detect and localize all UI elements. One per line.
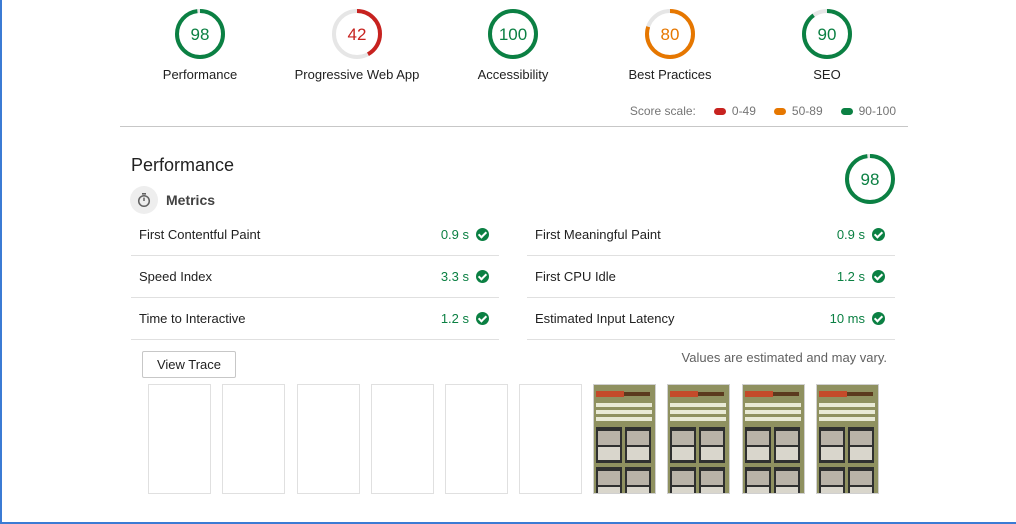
metric-label: First Meaningful Paint xyxy=(535,227,661,242)
filmstrip-frame xyxy=(297,384,360,494)
metric-value: 3.3 s xyxy=(440,269,469,284)
gauge-score: 42 xyxy=(348,25,367,44)
pass-check-icon xyxy=(872,228,885,241)
metric-label: Estimated Input Latency xyxy=(535,311,675,326)
view-trace-button[interactable]: View Trace xyxy=(142,351,236,378)
gauge-score: 80 xyxy=(661,25,680,44)
metric-label: First CPU Idle xyxy=(535,269,616,284)
filmstrip-frame-loaded xyxy=(742,384,805,494)
section-score-gauge: 98 xyxy=(844,153,896,210)
scale-range: 90-100 xyxy=(858,104,896,118)
metric-row: Estimated Input Latency 10 ms xyxy=(527,298,895,340)
gauge-ring: 100 xyxy=(488,9,538,59)
gauge-best-practices[interactable]: 80 Best Practices xyxy=(590,8,750,82)
section-score: 98 xyxy=(861,170,880,189)
metric-row: First Meaningful Paint 0.9 s xyxy=(527,214,895,256)
scale-range: 50-89 xyxy=(791,104,823,118)
gauge-ring: 90 xyxy=(802,9,852,59)
pass-check-icon xyxy=(476,312,489,325)
metrics-title: Metrics xyxy=(166,192,216,208)
category-gauges: 98 Performance 42 Progressive Web App 10… xyxy=(120,8,908,90)
metric-value: 1.2 s xyxy=(836,269,865,284)
section-divider xyxy=(120,126,908,127)
metric-value: 0.9 s xyxy=(836,227,865,242)
gauge-pwa[interactable]: 42 Progressive Web App xyxy=(277,8,437,82)
pass-check-icon xyxy=(872,270,885,283)
pass-check-icon xyxy=(872,312,885,325)
filmstrip-frame xyxy=(519,384,582,494)
scale-range: 0-49 xyxy=(731,104,756,118)
stopwatch-icon xyxy=(130,186,158,214)
gauge-ring: 80 xyxy=(645,9,695,59)
metric-label: Time to Interactive xyxy=(139,311,246,326)
filmstrip-frame xyxy=(371,384,434,494)
metrics-header: Metrics xyxy=(130,186,215,214)
metric-row: Time to Interactive 1.2 s xyxy=(131,298,499,340)
gauge-score: 100 xyxy=(499,25,527,44)
section-title: Performance xyxy=(131,155,235,175)
gauge-accessibility[interactable]: 100 Accessibility xyxy=(433,8,593,82)
metrics-column-right: First Meaningful Paint 0.9 s First CPU I… xyxy=(527,214,895,340)
metric-value: 10 ms xyxy=(829,311,865,326)
filmstrip-frame xyxy=(148,384,211,494)
window-left-edge xyxy=(0,0,2,524)
metric-row: First CPU Idle 1.2 s xyxy=(527,256,895,298)
filmstrip-frame-loaded xyxy=(816,384,879,494)
average-pill-icon xyxy=(773,107,786,115)
score-scale-legend: Score scale: 0-49 50-89 90-100 xyxy=(630,104,896,118)
gauge-label: SEO xyxy=(813,67,841,82)
gauge-label: Best Practices xyxy=(628,67,712,82)
metrics-column-left: First Contentful Paint 0.9 s Speed Index… xyxy=(131,214,499,340)
filmstrip-frame-loaded xyxy=(593,384,656,494)
gauge-performance[interactable]: 98 Performance xyxy=(120,8,280,82)
gauge-score: 90 xyxy=(818,25,837,44)
gauge-ring: 98 xyxy=(175,9,225,59)
pass-check-icon xyxy=(476,228,489,241)
metric-value: 1.2 s xyxy=(440,311,469,326)
filmstrip-frame-loaded xyxy=(667,384,730,494)
gauge-label: Progressive Web App xyxy=(294,67,420,82)
gauge-ring: 42 xyxy=(332,9,382,59)
filmstrip-frame xyxy=(445,384,508,494)
gauge-label: Accessibility xyxy=(477,67,549,82)
metric-label: First Contentful Paint xyxy=(139,227,261,242)
scale-item-average: 50-89 xyxy=(773,104,823,118)
scale-item-pass: 90-100 xyxy=(840,104,896,118)
gauge-label: Performance xyxy=(162,67,238,82)
score-scale-label: Score scale: xyxy=(629,104,696,118)
filmstrip-frame xyxy=(222,384,285,494)
gauge-score: 98 xyxy=(191,25,210,44)
scale-item-fail: 0-49 xyxy=(713,104,756,118)
gauge-ring: 98 xyxy=(845,154,895,204)
metric-row: First Contentful Paint 0.9 s xyxy=(131,214,499,256)
pass-check-icon xyxy=(476,270,489,283)
estimate-note: Values are estimated and may vary. xyxy=(681,350,887,365)
metric-label: Speed Index xyxy=(139,269,213,284)
pass-pill-icon xyxy=(840,107,853,115)
gauge-seo[interactable]: 90 SEO xyxy=(747,8,907,82)
metric-row: Speed Index 3.3 s xyxy=(131,256,499,298)
fail-pill-icon xyxy=(713,107,726,115)
metric-value: 0.9 s xyxy=(440,227,469,242)
